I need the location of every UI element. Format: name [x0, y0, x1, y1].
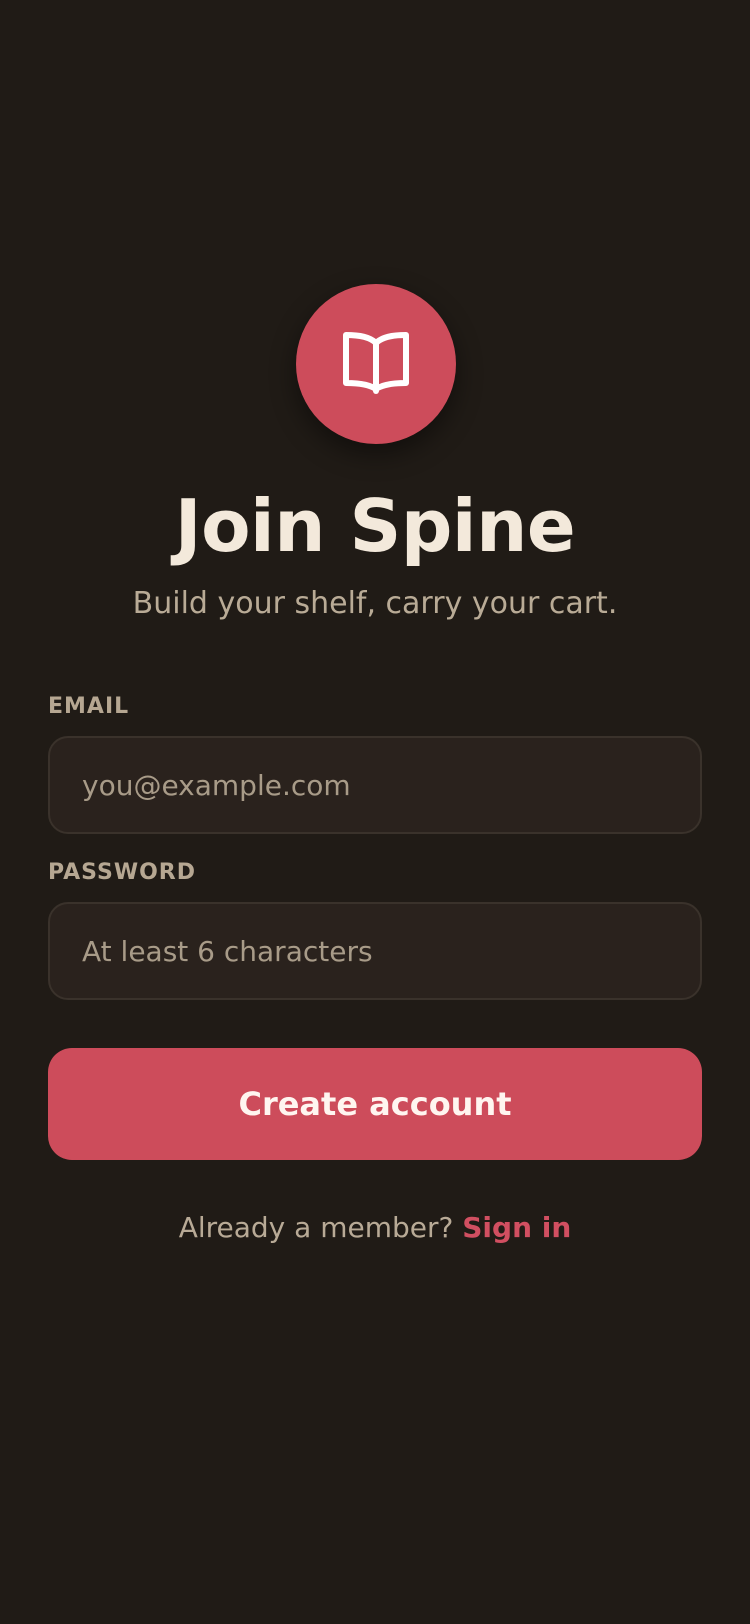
signin-prompt-text: Already a member? — [178, 1211, 463, 1244]
create-account-button[interactable]: Create account — [48, 1048, 702, 1160]
app-logo — [296, 284, 456, 444]
password-label: PASSWORD — [48, 860, 197, 885]
page-subtitle: Build your shelf, carry your cart. — [132, 586, 618, 621]
signin-prompt: Already a member? Sign in — [0, 1208, 750, 1248]
open-book-icon — [343, 332, 409, 394]
password-field — [48, 902, 702, 1000]
signup-screen: Join Spine Build your shelf, carry your … — [0, 0, 750, 1624]
page-title: Join Spine — [174, 484, 576, 568]
email-input[interactable] — [82, 768, 668, 802]
email-field — [48, 736, 702, 834]
sign-in-link[interactable]: Sign in — [462, 1211, 571, 1244]
password-input[interactable] — [82, 934, 668, 968]
email-label: EMAIL — [48, 694, 130, 719]
